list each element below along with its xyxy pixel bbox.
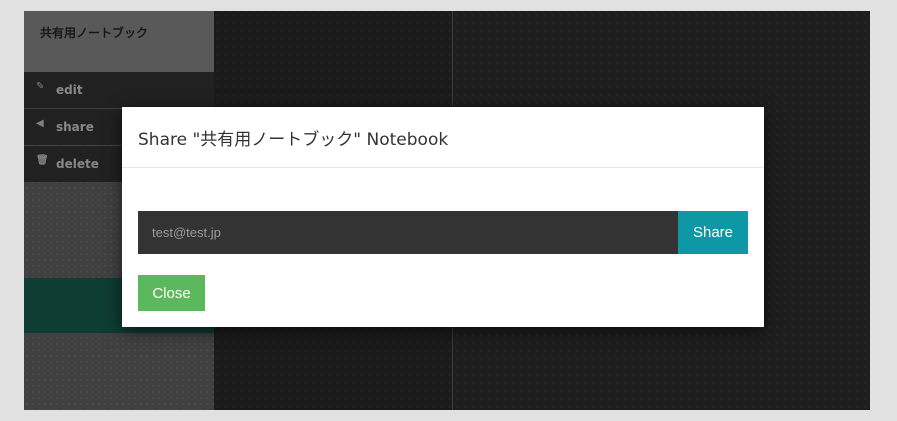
email-input[interactable] — [138, 211, 678, 254]
share-form: Share — [138, 211, 748, 254]
share-modal: Share "共有用ノートブック" Notebook Share Close — [122, 107, 764, 327]
close-button[interactable]: Close — [138, 275, 205, 311]
share-button[interactable]: Share — [678, 211, 748, 254]
modal-title: Share "共有用ノートブック" Notebook — [138, 130, 449, 150]
modal-header: Share "共有用ノートブック" Notebook — [122, 107, 764, 168]
